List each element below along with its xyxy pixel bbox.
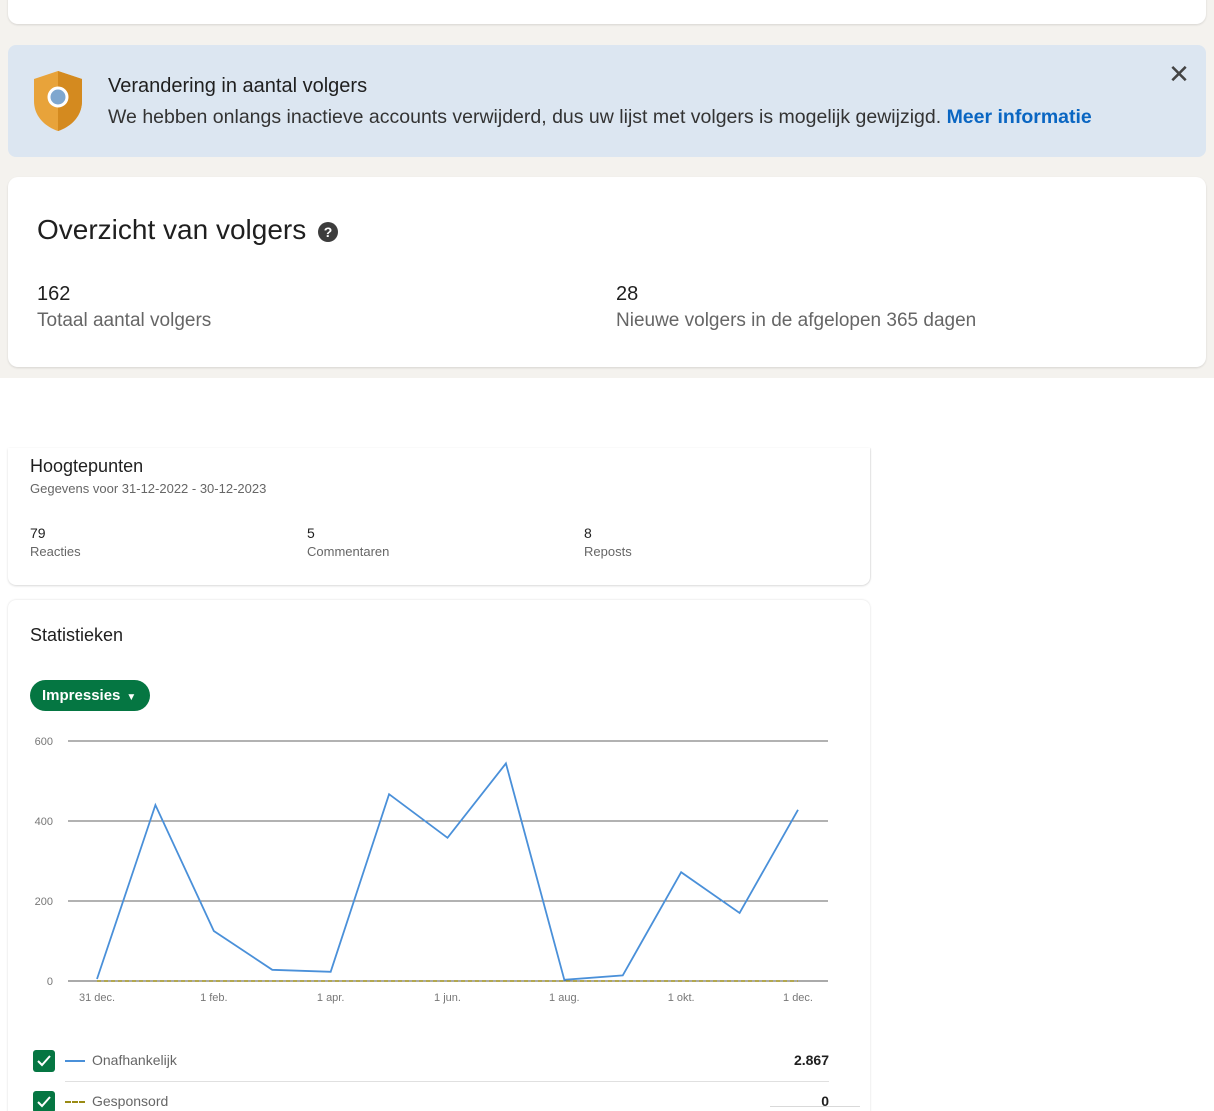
shield-icon: [34, 71, 82, 131]
reactions-label: Reacties: [30, 544, 81, 559]
x-tick-label: 31 dec.: [79, 992, 115, 1004]
comments-label: Commentaren: [307, 544, 390, 559]
previous-card: [8, 0, 1206, 24]
statistics-card: Statistieken Impressies ▼ 0 200 400 600 31 de…: [8, 600, 870, 1111]
highlights-card: Hoogtepunten Gegevens voor 31-12-2022 - …: [8, 448, 870, 585]
check-icon: [37, 1055, 51, 1067]
legend-divider: [65, 1081, 829, 1082]
y-tick-label: 0: [47, 976, 53, 988]
notice-title: Verandering in aantal volgers: [108, 75, 368, 97]
follower-change-notice: Verandering in aantal volgers We hebben …: [8, 45, 1206, 157]
x-tick-label: 1 dec.: [783, 992, 813, 1004]
legend-item-onafhankelijk[interactable]: Onafhankelijk 2.867: [33, 1049, 829, 1073]
total-followers-label: Totaal aantal volgers: [37, 310, 212, 331]
legend-swatch-solid: [65, 1060, 85, 1062]
overview-title: Overzicht van volgers: [37, 214, 307, 245]
x-tick-label: 1 feb.: [200, 992, 228, 1004]
x-tick-label: 1 apr.: [317, 992, 345, 1004]
follower-overview-card: Overzicht van volgers ? 162 Totaal aanta…: [8, 177, 1206, 367]
series-line-onafhankelijk: [96, 761, 799, 981]
close-icon[interactable]: ✕: [1168, 61, 1190, 87]
legend-total: 2.867: [793, 1052, 829, 1068]
y-tick-label: 400: [35, 816, 53, 828]
impressions-chart: 0 200 400 600 31 dec. 1 feb. 1 apr. 1 jun. 1 aug…: [35, 736, 828, 1004]
highlights-period: Gegevens voor 31-12-2022 - 30-12-2023: [30, 481, 267, 496]
legend-swatch-dashed: [65, 1101, 85, 1103]
checkbox-gesponsord[interactable]: [33, 1091, 55, 1111]
new-followers-value: 28: [616, 283, 639, 305]
y-tick-label: 200: [35, 896, 53, 908]
help-icon[interactable]: ?: [318, 222, 338, 242]
legend-item-gesponsord[interactable]: Gesponsord 0: [33, 1090, 829, 1111]
highlights-title: Hoogtepunten: [30, 456, 144, 476]
notice-text: We hebben onlangs inactieve accounts ver…: [108, 106, 942, 128]
total-followers-value: 162: [37, 283, 71, 305]
reactions-value: 79: [30, 525, 46, 541]
legend-label: Onafhankelijk: [92, 1052, 177, 1068]
checkbox-onafhankelijk[interactable]: [33, 1050, 55, 1072]
reposts-label: Reposts: [584, 544, 632, 559]
x-tick-label: 1 okt.: [668, 992, 695, 1004]
comments-value: 5: [307, 525, 315, 541]
x-tick-label: 1 aug.: [549, 992, 580, 1004]
reposts-value: 8: [584, 525, 592, 541]
adjacent-card-edge: [770, 1106, 860, 1107]
x-tick-label: 1 jun.: [434, 992, 461, 1004]
check-icon: [37, 1096, 51, 1108]
new-followers-label: Nieuwe volgers in de afgelopen 365 dagen: [616, 310, 977, 331]
more-info-link[interactable]: Meer informatie: [947, 106, 1092, 128]
y-tick-label: 600: [35, 736, 53, 748]
legend-label: Gesponsord: [92, 1093, 169, 1109]
notice-body: We hebben onlangs inactieve accounts ver…: [108, 106, 1092, 129]
